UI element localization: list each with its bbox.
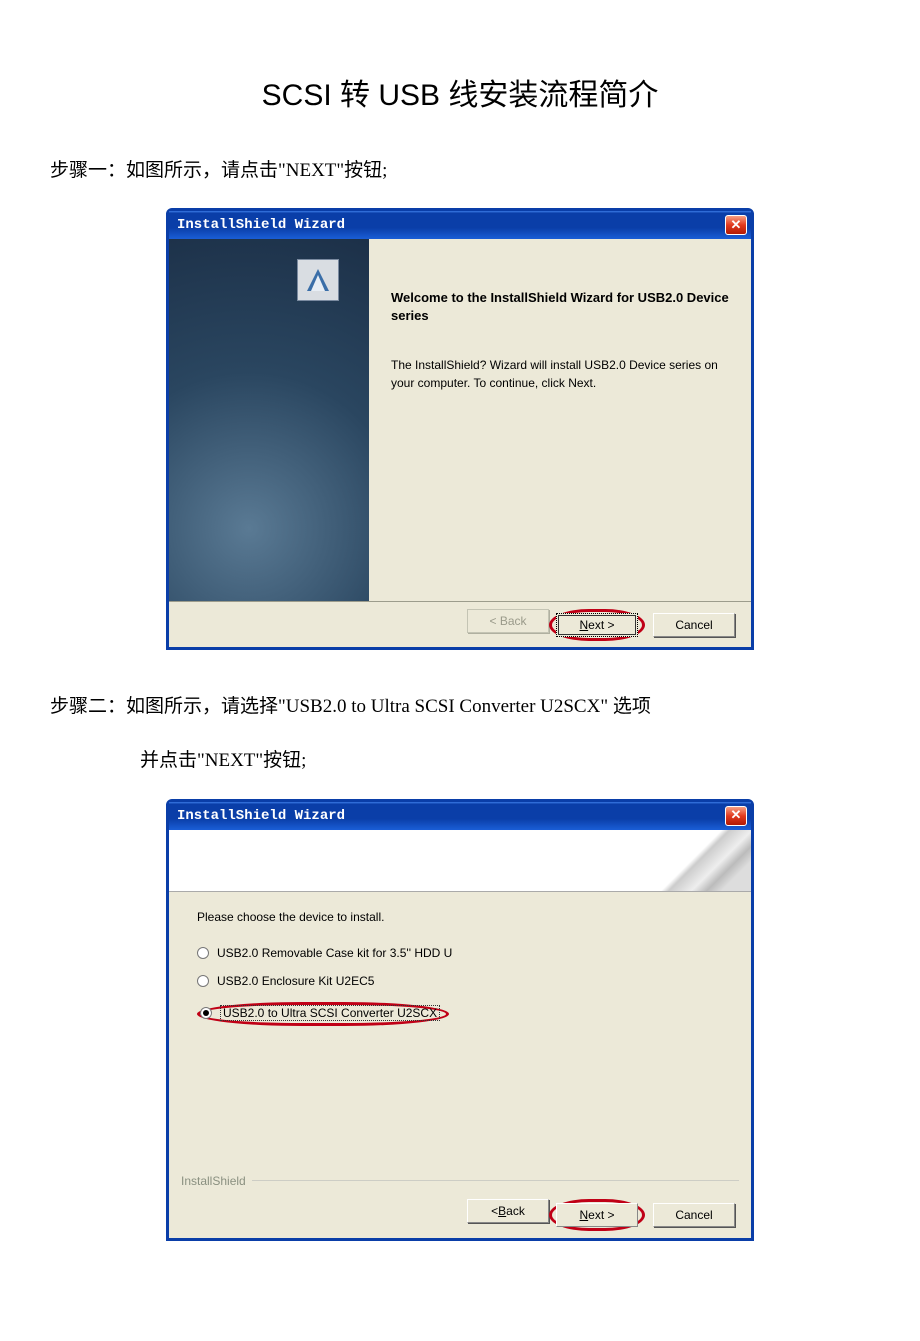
close-icon: ✕ bbox=[731, 808, 742, 823]
wizard2-titlebar: InstallShield Wizard ✕ bbox=[169, 802, 751, 830]
radio-option-1[interactable]: USB2.0 Removable Case kit for 3.5'' HDD … bbox=[197, 946, 723, 960]
next-button[interactable]: Next > bbox=[556, 613, 638, 637]
close-button[interactable]: ✕ bbox=[725, 215, 747, 235]
back-underline: B bbox=[498, 1204, 506, 1218]
cancel-button[interactable]: Cancel bbox=[653, 613, 735, 637]
step2-text-line2: 并点击"NEXT"按钮; bbox=[50, 744, 870, 778]
wizard2-window: InstallShield Wizard ✕ Please choose the… bbox=[166, 799, 754, 1241]
radio-icon bbox=[197, 947, 209, 959]
wizard1-heading: Welcome to the InstallShield Wizard for … bbox=[391, 289, 729, 325]
close-button[interactable]: ✕ bbox=[725, 806, 747, 826]
footer-divider bbox=[252, 1180, 739, 1181]
wizard2-prompt: Please choose the device to install. bbox=[197, 910, 723, 924]
installshield-footer-label: InstallShield bbox=[181, 1174, 246, 1188]
radio-label: USB2.0 Enclosure Kit U2EC5 bbox=[217, 974, 374, 988]
wizard1-window: InstallShield Wizard ✕ Welcome to the In… bbox=[166, 208, 754, 650]
step1-text: 步骤一：如图所示，请点击"NEXT"按钮; bbox=[50, 154, 870, 188]
radio-icon bbox=[197, 975, 209, 987]
wizard1-sidebar-graphic bbox=[169, 239, 369, 601]
document-title: SCSI 转 USB 线安装流程简介 bbox=[50, 70, 870, 114]
installshield-logo-icon bbox=[297, 259, 339, 301]
next-rest: ext > bbox=[588, 618, 614, 632]
next-underline: N bbox=[579, 1208, 588, 1222]
wizard1-title: InstallShield Wizard bbox=[177, 217, 725, 233]
step2-text-line1: 步骤二：如图所示，请选择"USB2.0 to Ultra SCSI Conver… bbox=[50, 690, 870, 724]
next-button-highlight: Next > bbox=[549, 1199, 645, 1231]
next-rest: ext > bbox=[588, 1208, 614, 1222]
radio-icon bbox=[200, 1007, 212, 1019]
radio-option-2[interactable]: USB2.0 Enclosure Kit U2EC5 bbox=[197, 974, 723, 988]
back-prefix: < bbox=[491, 1204, 498, 1218]
next-button[interactable]: Next > bbox=[556, 1203, 638, 1227]
back-button[interactable]: < Back bbox=[467, 1199, 549, 1223]
radio-option-3[interactable]: USB2.0 to Ultra SCSI Converter U2SCX bbox=[200, 1005, 440, 1021]
close-icon: ✕ bbox=[731, 218, 742, 233]
back-button: < Back bbox=[467, 609, 549, 633]
wizard2-header-graphic bbox=[169, 830, 751, 892]
radio-option-3-highlight: USB2.0 to Ultra SCSI Converter U2SCX bbox=[197, 1002, 449, 1026]
wizard1-titlebar: InstallShield Wizard ✕ bbox=[169, 211, 751, 239]
radio-label: USB2.0 Removable Case kit for 3.5'' HDD … bbox=[217, 946, 452, 960]
next-underline: N bbox=[579, 618, 588, 632]
back-rest: ack bbox=[506, 1204, 525, 1218]
cancel-button[interactable]: Cancel bbox=[653, 1203, 735, 1227]
wizard1-description: The InstallShield? Wizard will install U… bbox=[391, 356, 729, 392]
wizard2-title: InstallShield Wizard bbox=[177, 808, 725, 824]
radio-label: USB2.0 to Ultra SCSI Converter U2SCX bbox=[220, 1005, 440, 1021]
next-button-highlight: Next > bbox=[549, 609, 645, 641]
